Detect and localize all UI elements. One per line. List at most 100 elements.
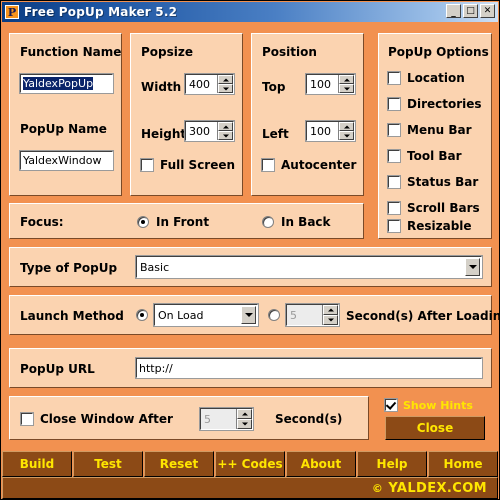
popsize-title: Popsize (141, 45, 194, 59)
minimize-icon: _ (451, 8, 456, 18)
function-name-panel: Function Name YaldexPopUp PopUp Name Yal… (9, 33, 122, 196)
chevron-down-icon-launch[interactable] (241, 306, 256, 324)
status-bar-text: YALDEX.COM (388, 480, 487, 496)
height-spinner-arrows[interactable] (217, 122, 233, 140)
type-of-popup-select[interactable]: Basic (135, 255, 483, 279)
height-up-icon[interactable] (218, 122, 233, 131)
popup-url-value: http:// (139, 361, 173, 375)
maximize-button[interactable]: □ (463, 4, 478, 18)
checkbox-scroll-bars[interactable] (387, 201, 401, 215)
type-of-popup-panel: Type of PopUp Basic (9, 247, 492, 287)
reset-button[interactable]: Reset (144, 451, 214, 477)
focus-label: Focus: (20, 215, 64, 229)
delay-up-icon[interactable] (323, 305, 338, 315)
type-of-popup-value: Basic (140, 260, 170, 274)
delay-spinner-arrows[interactable] (322, 305, 338, 325)
fullscreen-label: Full Screen (160, 158, 236, 172)
autocenter-checkbox[interactable] (261, 158, 275, 172)
app-p-icon: P (5, 5, 19, 19)
minimize-button[interactable]: _ (446, 4, 461, 18)
radio-in-back[interactable] (262, 216, 274, 228)
width-up-icon[interactable] (218, 75, 233, 84)
width-spinner-arrows[interactable] (217, 75, 233, 93)
label-tool-bar: Tool Bar (407, 149, 462, 163)
function-name-value: YaldexPopUp (23, 77, 94, 90)
label-in-back: In Back (281, 215, 331, 229)
label-location: Location (407, 71, 465, 85)
status-bar: © YALDEX.COM (2, 477, 498, 499)
delay-seconds-spinner[interactable]: 5 (285, 303, 340, 327)
chevron-down-icon[interactable] (465, 258, 480, 276)
type-of-popup-label: Type of PopUp (20, 261, 118, 275)
popup-options-panel: PopUp Options Location Directories Menu … (378, 33, 492, 239)
height-label: Height (141, 127, 187, 141)
codes-button[interactable]: ++ Codes (215, 451, 285, 477)
popup-url-input[interactable]: http:// (135, 357, 483, 379)
close-seconds-spinner[interactable]: 5 (199, 407, 254, 431)
close-spinner-arrows[interactable] (236, 409, 252, 429)
width-value: 400 (189, 77, 210, 91)
width-spinner[interactable]: 400 (184, 73, 235, 95)
help-button[interactable]: Help (357, 451, 427, 477)
left-spinner-arrows[interactable] (338, 122, 354, 140)
build-button[interactable]: Build (2, 451, 72, 477)
close-window-panel: Close Window After 5 Second(s) (9, 396, 369, 440)
left-spinner[interactable]: 100 (305, 120, 356, 142)
close-window-checkbox[interactable] (20, 412, 34, 426)
left-down-icon[interactable] (339, 131, 354, 140)
label-menu-bar: Menu Bar (407, 123, 472, 137)
launch-mode-select[interactable]: On Load (153, 303, 259, 327)
launch-mode-value: On Load (158, 308, 204, 322)
close-window-label: Close Window After (40, 412, 173, 426)
delay-seconds-value: 5 (290, 308, 297, 322)
fullscreen-checkbox[interactable] (140, 158, 154, 172)
checkbox-directories[interactable] (387, 97, 401, 111)
function-name-input[interactable]: YaldexPopUp (19, 73, 114, 94)
radio-on-load[interactable] (136, 309, 148, 321)
copyright-icon: © (371, 481, 384, 495)
height-spinner[interactable]: 300 (184, 120, 235, 142)
checkbox-resizable[interactable] (387, 219, 401, 233)
label-status-bar: Status Bar (407, 175, 479, 189)
radio-delay[interactable] (268, 309, 280, 321)
height-down-icon[interactable] (218, 131, 233, 140)
popup-options-title: PopUp Options (388, 45, 489, 59)
close-up-icon[interactable] (237, 409, 252, 419)
test-button[interactable]: Test (73, 451, 143, 477)
close-down-icon[interactable] (237, 419, 252, 429)
popup-url-panel: PopUp URL http:// (9, 348, 492, 388)
top-spinner[interactable]: 100 (305, 73, 356, 95)
delay-down-icon[interactable] (323, 315, 338, 325)
close-button[interactable]: Close (385, 416, 485, 440)
top-up-icon[interactable] (339, 75, 354, 84)
show-hints-checkbox[interactable] (384, 398, 398, 412)
width-down-icon[interactable] (218, 84, 233, 93)
launch-method-panel: Launch Method On Load 5 Second(s) After … (9, 295, 500, 335)
popup-name-input[interactable]: YaldexWindow (19, 150, 114, 171)
home-button[interactable]: Home (428, 451, 498, 477)
launch-method-label: Launch Method (20, 309, 124, 323)
left-up-icon[interactable] (339, 122, 354, 131)
label-directories: Directories (407, 97, 482, 111)
checkbox-menu-bar[interactable] (387, 123, 401, 137)
window-controls: _ □ ✕ (446, 4, 495, 18)
label-in-front: In Front (156, 215, 210, 229)
checkbox-status-bar[interactable] (387, 175, 401, 189)
radio-in-front[interactable] (137, 216, 149, 228)
left-value: 100 (310, 124, 331, 138)
close-window-button[interactable]: ✕ (480, 4, 495, 18)
checkbox-tool-bar[interactable] (387, 149, 401, 163)
top-spinner-arrows[interactable] (338, 75, 354, 93)
top-down-icon[interactable] (339, 84, 354, 93)
popup-name-label: PopUp Name (20, 122, 107, 136)
bottom-toolbar: Build Test Reset ++ Codes About Help Hom… (2, 451, 498, 477)
maximize-icon: □ (466, 6, 475, 16)
about-button[interactable]: About (286, 451, 356, 477)
popup-name-value: YaldexWindow (23, 154, 102, 167)
delay-seconds-label: Second(s) After Loading (346, 309, 500, 323)
checkbox-location[interactable] (387, 71, 401, 85)
focus-panel: Focus: In Front In Back (9, 203, 364, 239)
position-panel: Position Top 100 Left 100 Autocenter (251, 33, 364, 196)
popup-url-label: PopUp URL (20, 362, 95, 376)
window-title: Free PopUp Maker 5.2 (24, 5, 178, 19)
